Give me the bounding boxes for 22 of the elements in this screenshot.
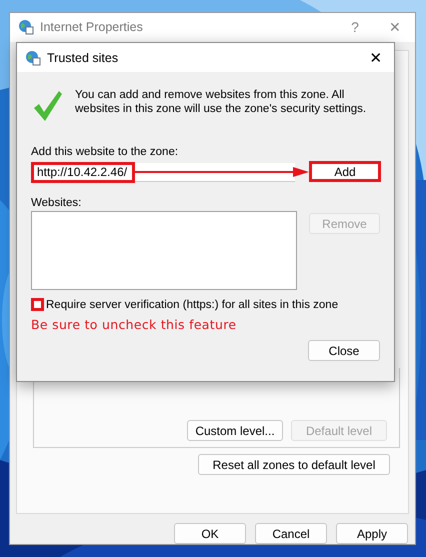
globe-icon	[25, 50, 41, 66]
reset-button[interactable]: Reset all zones to default level	[198, 454, 390, 475]
help-button[interactable]: ?	[335, 13, 375, 42]
add-button[interactable]: Add	[309, 161, 381, 182]
checkbox-label: Require server verification (https:) for all sites in this zone	[46, 298, 338, 310]
window-title: Internet Properties	[40, 20, 143, 34]
close-button[interactable]: ✕	[358, 44, 394, 72]
annotation-note: Be sure to uncheck this feature	[31, 317, 238, 332]
level-button[interactable]: Custom level...	[187, 420, 283, 441]
close-button[interactable]: ✕	[375, 13, 415, 42]
field-label: Add this website to the zone:	[31, 146, 180, 158]
description-text: You can add and remove websites from this zone. All websites in this zone will use the zone's security settings.	[75, 88, 368, 116]
dialog-title: Trusted sites	[47, 50, 118, 64]
close-button[interactable]: Close	[308, 340, 380, 361]
globe-icon	[18, 19, 34, 36]
dialog-button[interactable]: OK	[174, 523, 246, 544]
dialog-button[interactable]: Cancel	[255, 523, 327, 544]
list-label: Websites:	[31, 197, 82, 209]
websites-list[interactable]	[31, 211, 297, 290]
checkbox[interactable]	[31, 298, 44, 311]
checkmark-icon	[33, 90, 63, 122]
dialog-button[interactable]: Apply	[336, 523, 408, 544]
